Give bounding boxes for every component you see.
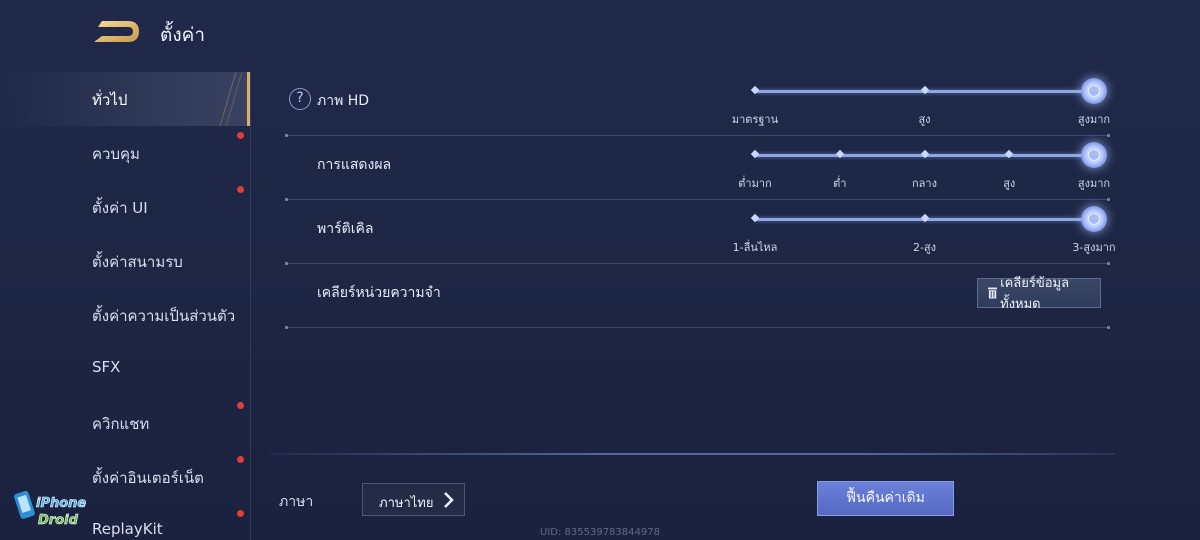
- active-stripes-decoration: [219, 72, 243, 126]
- slider-option-label[interactable]: สูง: [918, 110, 930, 128]
- slider-option-label[interactable]: กลาง: [912, 174, 937, 192]
- sidebar-item-label: ตั้งค่าความเป็นส่วนตัว: [92, 307, 236, 325]
- uid-text: UID: 835539783844978: [540, 527, 660, 538]
- sidebar-item-label: ตั้งค่า UI: [92, 199, 148, 217]
- notification-dot: [237, 402, 244, 409]
- sidebar: ทั่วไป ควบคุม ตั้งค่า UI ตั้งค่าสนามรบ ต…: [0, 72, 250, 540]
- slider-option-label[interactable]: ต่ำมาก: [738, 174, 771, 192]
- page-title: ตั้งค่า: [160, 24, 205, 46]
- display-slider[interactable]: ต่ำมาก ต่ำ กลาง สูง สูงมาก: [738, 136, 1110, 196]
- sidebar-item-label: ตั้งค่าอินเตอร์เน็ต: [92, 469, 204, 487]
- setting-label: การแสดงผล: [317, 157, 392, 173]
- slider-knob[interactable]: [1081, 206, 1107, 232]
- row-divider: [285, 326, 1110, 329]
- sidebar-item-label: ReplayKit: [92, 520, 163, 538]
- iphonedroid-watermark-logo: iPhone Droid: [14, 490, 87, 528]
- notification-dot: [237, 456, 244, 463]
- hd-slider[interactable]: มาตรฐาน สูง สูงมาก: [732, 72, 1110, 132]
- sidebar-item-quick-chat[interactable]: ควิกแชท: [0, 396, 250, 450]
- slider-knob[interactable]: [1081, 142, 1107, 168]
- sidebar-item-battlefield[interactable]: ตั้งค่าสนามรบ: [0, 234, 250, 288]
- slider-option-label[interactable]: 1-ลื่นไหล: [733, 238, 778, 256]
- slider-option-label[interactable]: 2-สูง: [913, 238, 936, 256]
- watermark-line1: iPhone: [36, 496, 86, 511]
- clear-data-label: เคลียร์ข้อมูลทั้งหมด: [1000, 276, 1070, 312]
- language-select[interactable]: ภาษาไทย: [362, 483, 465, 516]
- slider-option-label[interactable]: ต่ำ: [833, 174, 846, 192]
- back-arrow-icon: [94, 21, 139, 42]
- sidebar-item-label: ตั้งค่าสนามรบ: [92, 253, 183, 271]
- language-label: ภาษา: [279, 494, 314, 510]
- sidebar-item-label: ทั่วไป: [92, 91, 128, 109]
- sidebar-item-controls[interactable]: ควบคุม: [0, 126, 250, 180]
- notification-dot: [237, 186, 244, 193]
- setting-row-particle: พาร์ติเคิล 1-ลื่นไหล 2-สูง 3-สูงมาก: [285, 200, 1116, 265]
- sidebar-item-general[interactable]: ทั่วไป: [0, 72, 250, 126]
- watermark-line2: Droid: [38, 513, 79, 528]
- sidebar-item-privacy[interactable]: ตั้งค่าความเป็นส่วนตัว: [0, 288, 250, 342]
- notification-dot: [237, 510, 244, 517]
- back-button[interactable]: [92, 18, 142, 46]
- notification-dot: [237, 132, 244, 139]
- reset-defaults-button[interactable]: ฟื้นคืนค่าเดิม: [817, 481, 954, 516]
- slider-knob[interactable]: [1081, 78, 1107, 104]
- setting-row-memory: เคลียร์หน่วยความจำ เคลียร์ข้อมูลทั้งหมด: [285, 264, 1110, 329]
- particle-slider[interactable]: 1-ลื่นไหล 2-สูง 3-สูงมาก: [733, 200, 1116, 260]
- setting-row-hd: ? ภาพ HD มาตรฐาน สูง สูงมาก: [285, 72, 1110, 137]
- sidebar-item-ui-settings[interactable]: ตั้งค่า UI: [0, 180, 250, 234]
- sidebar-item-sfx[interactable]: SFX: [0, 342, 250, 396]
- footer-divider: [270, 453, 1115, 455]
- setting-label: ภาพ HD: [317, 93, 370, 109]
- trash-icon: [988, 287, 998, 299]
- setting-row-display: การแสดงผล ต่ำมาก ต่ำ กลาง สูง สูงมาก: [285, 136, 1110, 201]
- chevron-right-icon: [444, 492, 454, 508]
- slider-option-label[interactable]: สูงมาก: [1078, 174, 1110, 192]
- sidebar-item-label: ควบคุม: [92, 145, 140, 163]
- slider-option-label[interactable]: มาตรฐาน: [732, 110, 778, 128]
- setting-label: เคลียร์หน่วยความจำ: [317, 285, 441, 301]
- slider-option-label[interactable]: สูง: [1003, 174, 1015, 192]
- setting-label: พาร์ติเคิล: [317, 221, 374, 237]
- slider-option-label[interactable]: สูงมาก: [1078, 110, 1110, 128]
- slider-option-label[interactable]: 3-สูงมาก: [1072, 238, 1115, 256]
- header-bar: ตั้งค่า: [0, 0, 1200, 68]
- sidebar-item-label: SFX: [92, 358, 121, 376]
- sidebar-item-label: ควิกแชท: [92, 415, 150, 433]
- help-icon[interactable]: ?: [289, 88, 311, 110]
- language-value: ภาษาไทย: [379, 496, 434, 511]
- sidebar-divider: [250, 72, 251, 540]
- clear-data-button[interactable]: เคลียร์ข้อมูลทั้งหมด: [977, 276, 1101, 312]
